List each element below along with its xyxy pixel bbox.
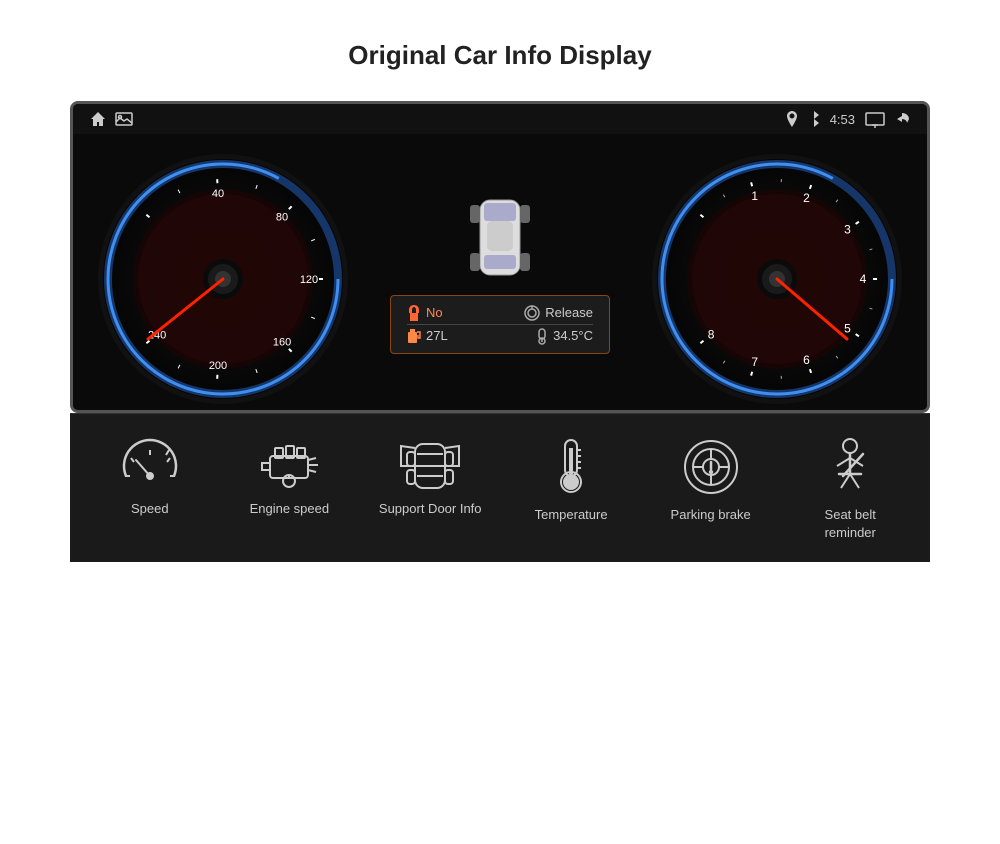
engine-speed-label: Engine speed: [250, 500, 330, 518]
speed-label: Speed: [131, 500, 169, 518]
svg-text:7: 7: [751, 355, 758, 369]
speedometer: 4080120160200240: [93, 149, 353, 389]
parking-brake-icon: [682, 438, 740, 496]
back-icon: [895, 111, 911, 127]
svg-text:8: 8: [708, 327, 715, 341]
seatbelt-no-label: No: [426, 305, 443, 320]
image-icon: [115, 112, 133, 126]
screen: 4:53: [73, 104, 927, 410]
handbrake-label: Release: [524, 305, 593, 321]
speed-icon: [121, 438, 179, 490]
svg-text:120: 120: [300, 274, 318, 286]
svg-text:40: 40: [212, 188, 224, 200]
page-title: Original Car Info Display: [348, 40, 651, 71]
feature-seatbelt: Seat belt reminder: [800, 438, 900, 542]
status-left: [89, 110, 133, 128]
location-icon: [786, 111, 798, 127]
svg-text:1: 1: [751, 189, 758, 203]
dashboard-container: 4:53: [70, 101, 930, 413]
feature-speed: Speed: [100, 438, 200, 518]
svg-text:160: 160: [273, 337, 291, 349]
seatbelt-info-icon: [407, 305, 421, 321]
door-info-label: Support Door Info: [379, 500, 482, 518]
handbrake-value: Release: [545, 305, 593, 320]
home-icon: [89, 110, 107, 128]
fuel-temp-row: 27L 34.5°C: [407, 325, 593, 347]
feature-temperature: Temperature: [521, 438, 621, 524]
fuel-info-icon: [407, 328, 421, 344]
seatbelt-row: No Release: [407, 302, 593, 325]
temp-value: 34.5°C: [553, 328, 593, 343]
feature-door-info: Support Door Info: [379, 438, 482, 518]
svg-text:6: 6: [803, 353, 810, 367]
screen-icon: [865, 112, 885, 126]
feature-engine-speed: Engine speed: [239, 438, 339, 518]
feature-parking-brake: Parking brake: [661, 438, 761, 524]
status-bar: 4:53: [73, 104, 927, 134]
svg-text:5: 5: [844, 321, 851, 335]
svg-text:80: 80: [276, 211, 288, 223]
svg-text:3: 3: [844, 223, 851, 237]
feature-bar: Speed Engine speed: [70, 413, 930, 562]
bluetooth-icon: [808, 110, 820, 128]
temp-label: 34.5°C: [536, 328, 593, 344]
handbrake-info-icon: [524, 305, 540, 321]
seatbelt-label: Seat belt reminder: [825, 506, 876, 542]
fuel-value: 27L: [426, 328, 448, 343]
fuel-label: 27L: [407, 328, 448, 344]
svg-text:200: 200: [209, 360, 227, 372]
clock-display: 4:53: [830, 112, 855, 127]
seatbelt-icon: [827, 438, 873, 496]
seatbelt-label: No: [407, 305, 443, 321]
thermometer-icon: [553, 438, 589, 496]
svg-text:2: 2: [803, 191, 810, 205]
tachometer: 1 2 3 4 5 6 7 8: [647, 149, 907, 389]
gauges-area: 4080120160200240: [73, 134, 927, 394]
status-right: 4:53: [786, 110, 911, 128]
temperature-label: Temperature: [535, 506, 608, 524]
svg-text:4: 4: [860, 272, 867, 286]
engine-icon: [258, 438, 320, 490]
info-box: No Release: [390, 295, 610, 354]
car-top-view: [465, 185, 535, 295]
parking-brake-label: Parking brake: [671, 506, 751, 524]
center-panel: No Release: [353, 185, 647, 354]
door-icon: [397, 438, 463, 490]
temp-info-icon: [536, 328, 548, 344]
